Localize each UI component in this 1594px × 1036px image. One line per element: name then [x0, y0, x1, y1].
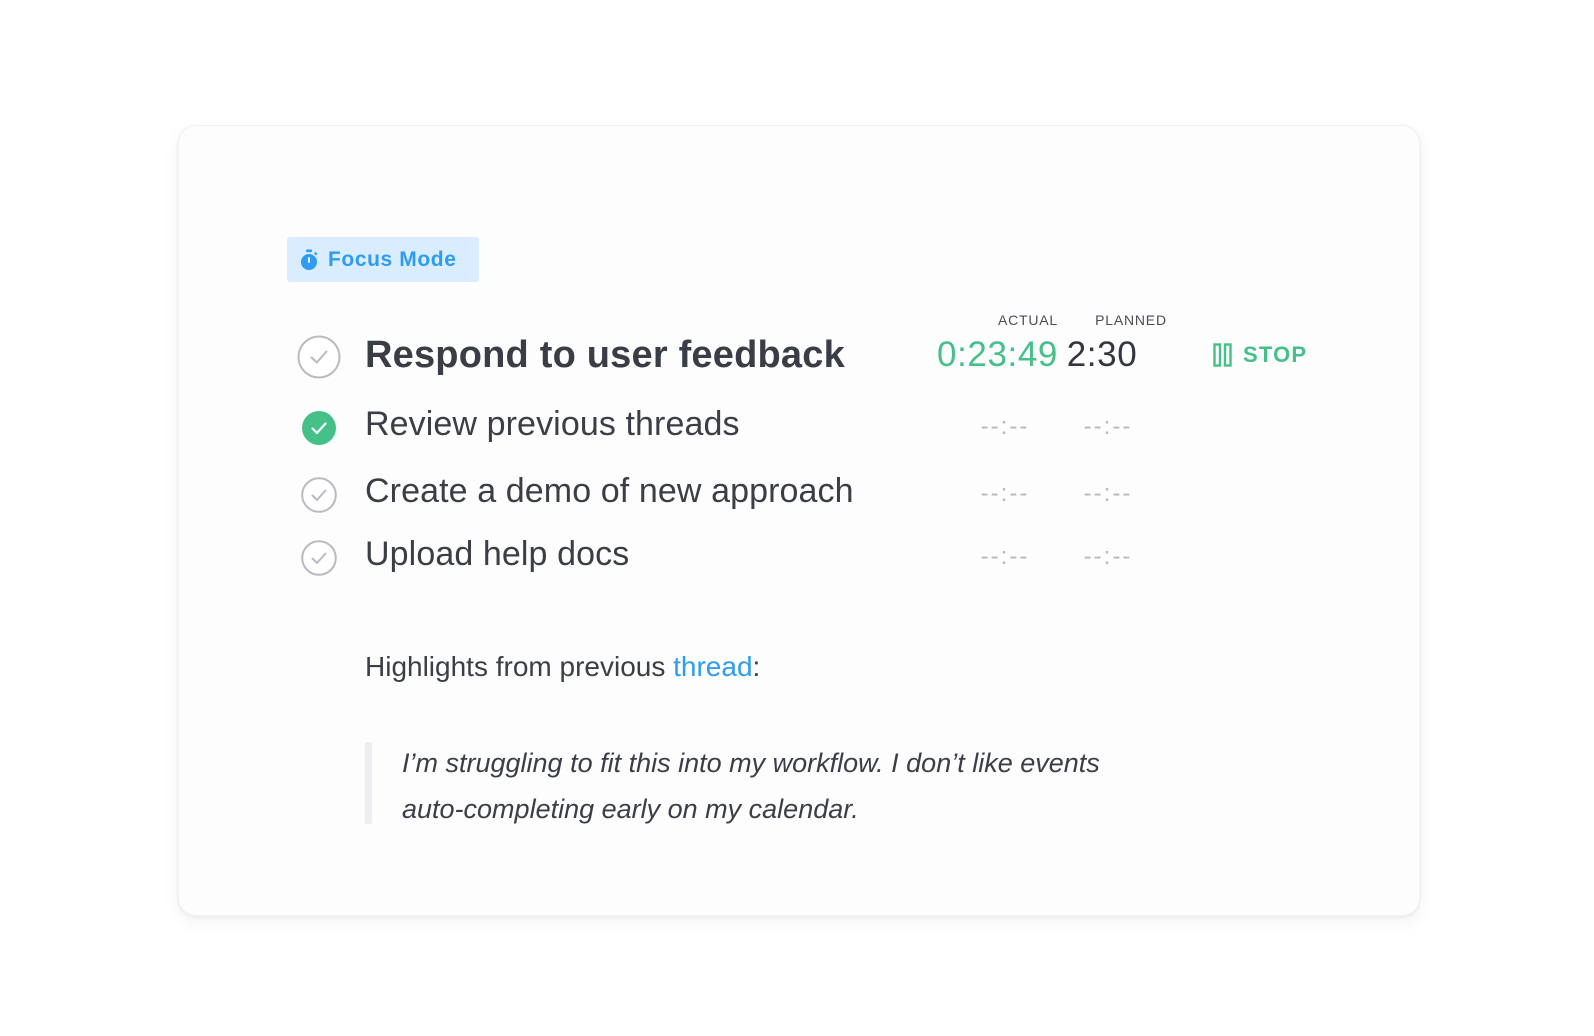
subtask-actual-time: --:-- [980, 480, 1030, 507]
highlights-suffix: : [752, 651, 761, 682]
subtask-planned-time[interactable]: --:-- [1048, 413, 1168, 441]
task-check-icon[interactable] [301, 477, 337, 513]
highlights-heading: Highlights from previous thread: [365, 651, 760, 683]
focus-mode-label: Focus Mode [328, 247, 457, 271]
subtask-actual-time: --:-- [980, 413, 1030, 440]
task-check-icon[interactable] [297, 335, 341, 379]
quote-line: I’m struggling to fit this into my workf… [402, 748, 1100, 778]
current-task-title[interactable]: Respond to user feedback [365, 334, 845, 377]
stop-button[interactable]: STOP [1213, 342, 1307, 368]
task-check-icon[interactable] [301, 540, 337, 576]
quote-line: auto-completing early on my calendar. [402, 794, 859, 824]
stop-label: STOP [1243, 342, 1308, 367]
subtask-title[interactable]: Create a demo of new approach [365, 472, 854, 511]
stopwatch-icon [299, 249, 319, 271]
subtask-planned-time[interactable]: --:-- [1048, 480, 1168, 508]
subtask-row: Upload help docs --:-- --:-- [297, 535, 1297, 591]
current-task-row: Respond to user feedback 0:23:49 2:30 ST… [297, 330, 1306, 386]
highlights-prefix: Highlights from previous [365, 651, 674, 682]
subtask-row: Create a demo of new approach --:-- --:-… [297, 472, 1297, 528]
actual-column-header: ACTUAL [997, 312, 1059, 328]
thread-link[interactable]: thread [673, 651, 752, 682]
subtask-title[interactable]: Upload help docs [365, 535, 629, 574]
planned-column-header: PLANNED [1095, 312, 1167, 328]
subtask-title[interactable]: Review previous threads [365, 405, 740, 444]
quote-border [365, 742, 372, 824]
pause-bars-icon [1213, 343, 1233, 367]
completed-check-icon[interactable] [301, 410, 337, 446]
current-task-actual-time: 0:23:49 [937, 335, 1058, 374]
feedback-quote: I’m struggling to fit this into my workf… [402, 740, 1262, 832]
subtask-planned-time[interactable]: --:-- [1048, 543, 1168, 571]
current-task-planned-time[interactable]: 2:30 [1042, 335, 1162, 375]
subtask-row: Review previous threads --:-- --:-- [297, 405, 1297, 461]
focus-mode-badge[interactable]: Focus Mode [287, 237, 479, 282]
subtask-actual-time: --:-- [980, 543, 1030, 570]
